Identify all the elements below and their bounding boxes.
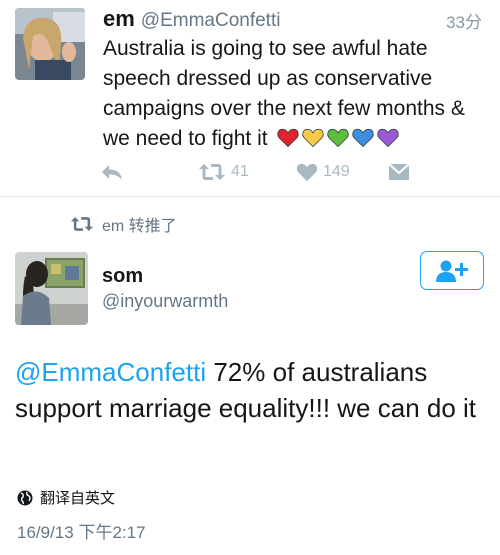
avatar[interactable] <box>15 252 88 325</box>
tweet-actions: 41 149 <box>100 159 430 185</box>
mention-link[interactable]: @EmmaConfetti <box>15 357 206 387</box>
yellow-heart-icon <box>302 128 325 148</box>
divider <box>0 196 500 197</box>
like-heart-icon <box>296 163 318 182</box>
author-handle[interactable]: @inyourwarmth <box>102 291 228 312</box>
retweet-count: 41 <box>231 163 249 180</box>
reply-icon <box>102 165 122 180</box>
reply-button[interactable] <box>100 159 124 185</box>
retweet-context-label: em 转推了 <box>102 218 177 235</box>
tweet-time: 33分 <box>446 13 482 32</box>
author-name[interactable]: som <box>102 265 143 288</box>
like-button[interactable]: 149 <box>296 159 350 185</box>
follow-add-user-icon <box>436 260 468 282</box>
translate-label: 翻译自英文 <box>40 490 116 507</box>
retweet-context[interactable]: em 转推了 <box>70 213 177 235</box>
emoji-hearts <box>277 127 400 148</box>
direct-message-icon <box>388 163 410 180</box>
avatar[interactable] <box>15 8 85 80</box>
tweet-header: em @EmmaConfetti 33分 <box>103 6 482 32</box>
retweet-icon <box>199 164 225 180</box>
direct-message-button[interactable] <box>388 159 410 185</box>
author-handle[interactable]: @EmmaConfetti <box>141 10 281 31</box>
blue-heart-icon <box>352 128 375 148</box>
retweet-button[interactable]: 41 <box>198 159 249 185</box>
tweet-timestamp: 16/9/13 下午2:17 <box>17 523 146 542</box>
author-name[interactable]: em <box>103 6 135 31</box>
green-heart-icon <box>327 128 350 148</box>
like-count: 149 <box>323 163 350 180</box>
translate-button[interactable]: 翻译自英文 <box>17 487 115 508</box>
tweet-text: @EmmaConfetti 72% of australians support… <box>15 354 485 426</box>
purple-heart-icon <box>377 128 400 148</box>
original-tweet[interactable]: em @EmmaConfetti 33分 Australia is going t… <box>0 0 500 196</box>
globe-icon <box>17 490 33 505</box>
follow-button[interactable] <box>420 251 484 290</box>
tweet-text: Australia is going to see awful hate spe… <box>103 34 483 154</box>
red-heart-icon <box>277 128 300 148</box>
retweet-icon <box>70 217 94 231</box>
